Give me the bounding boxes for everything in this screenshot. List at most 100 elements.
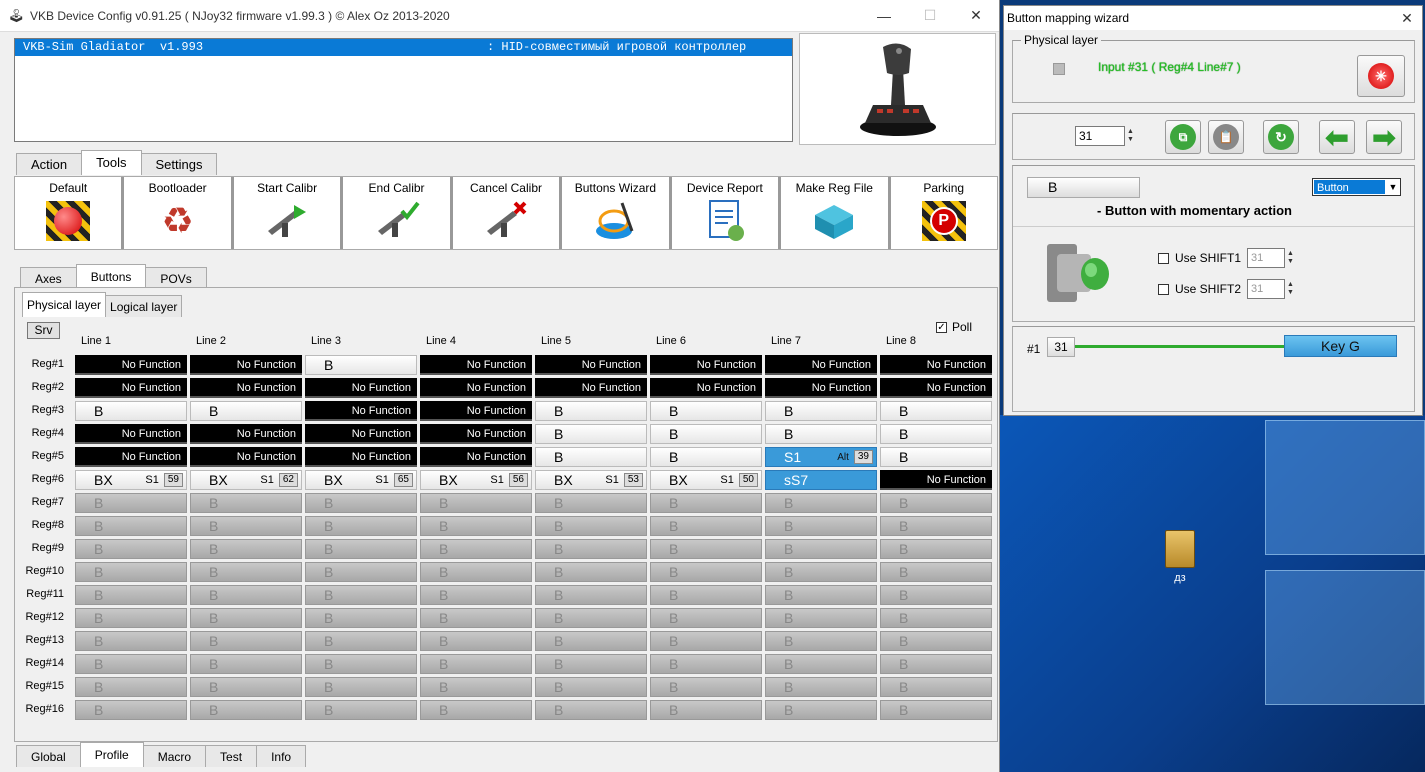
empty-button-cell[interactable]: B xyxy=(75,516,187,536)
empty-button-cell[interactable]: B xyxy=(305,654,417,674)
empty-button-cell[interactable]: B xyxy=(650,493,762,513)
empty-button-cell[interactable]: B xyxy=(420,516,532,536)
tab-buttons[interactable]: Buttons xyxy=(75,264,147,289)
make-reg-file-tool-button[interactable]: Make Reg File xyxy=(781,177,891,249)
empty-button-cell[interactable]: B xyxy=(650,700,762,720)
empty-button-cell[interactable]: B xyxy=(305,631,417,651)
no-function-cell[interactable]: No Function xyxy=(420,401,532,421)
empty-button-cell[interactable]: B xyxy=(305,516,417,536)
button-cell[interactable]: B xyxy=(190,401,302,421)
empty-button-cell[interactable]: B xyxy=(420,493,532,513)
empty-button-cell[interactable]: B xyxy=(420,585,532,605)
use-shift2-checkbox[interactable]: Use SHIFT2 xyxy=(1158,282,1241,296)
no-function-cell[interactable]: No Function xyxy=(880,470,992,490)
empty-button-cell[interactable]: B xyxy=(880,516,992,536)
tab-global[interactable]: Global xyxy=(16,745,81,767)
bootloader-tool-button[interactable]: Bootloader ♻ xyxy=(124,177,234,249)
no-function-cell[interactable]: No Function xyxy=(765,355,877,375)
wizard-close-button[interactable]: ✕ xyxy=(1392,10,1422,27)
type-select[interactable]: Button ▼ xyxy=(1312,178,1401,196)
no-function-cell[interactable]: No Function xyxy=(650,378,762,398)
empty-button-cell[interactable]: B xyxy=(650,608,762,628)
no-function-cell[interactable]: No Function xyxy=(535,355,647,375)
empty-button-cell[interactable]: B xyxy=(190,654,302,674)
mapping-number[interactable]: 31 xyxy=(1047,337,1075,357)
button-cell[interactable]: B xyxy=(305,355,417,375)
empty-button-cell[interactable]: B xyxy=(75,493,187,513)
empty-button-cell[interactable]: B xyxy=(765,700,877,720)
button-cell[interactable]: B xyxy=(650,424,762,444)
next-button[interactable]: ➡ xyxy=(1366,120,1402,154)
no-function-cell[interactable]: No Function xyxy=(880,378,992,398)
no-function-cell[interactable]: No Function xyxy=(880,355,992,375)
empty-button-cell[interactable]: B xyxy=(305,562,417,582)
device-report-tool-button[interactable]: Device Report xyxy=(672,177,782,249)
use-shift1-checkbox[interactable]: Use SHIFT1 xyxy=(1158,251,1241,265)
close-button[interactable]: ✕ xyxy=(953,0,999,32)
button-cell[interactable]: B xyxy=(650,401,762,421)
empty-button-cell[interactable]: B xyxy=(420,539,532,559)
empty-button-cell[interactable]: B xyxy=(650,585,762,605)
empty-button-cell[interactable]: B xyxy=(190,700,302,720)
empty-button-cell[interactable]: B xyxy=(880,539,992,559)
tab-profile[interactable]: Profile xyxy=(79,742,144,767)
empty-button-cell[interactable]: B xyxy=(535,700,647,720)
no-function-cell[interactable]: No Function xyxy=(305,424,417,444)
empty-button-cell[interactable]: B xyxy=(535,608,647,628)
empty-button-cell[interactable]: B xyxy=(765,539,877,559)
empty-button-cell[interactable]: B xyxy=(765,585,877,605)
button-cell[interactable]: B xyxy=(765,401,877,421)
empty-button-cell[interactable]: B xyxy=(765,677,877,697)
empty-button-cell[interactable]: B xyxy=(880,677,992,697)
empty-button-cell[interactable]: B xyxy=(420,677,532,697)
no-function-cell[interactable]: No Function xyxy=(75,378,187,398)
no-function-cell[interactable]: No Function xyxy=(75,355,187,375)
poll-checkbox[interactable]: ✓ Poll xyxy=(936,320,972,334)
no-function-cell[interactable]: No Function xyxy=(190,424,302,444)
button-cell[interactable]: B xyxy=(650,447,762,467)
empty-button-cell[interactable]: B xyxy=(75,700,187,720)
encoder-cell[interactable]: BX S1 56 xyxy=(420,470,532,490)
start-calibr-tool-button[interactable]: Start Calibr xyxy=(234,177,344,249)
key-assignment[interactable]: Key G xyxy=(1284,335,1397,357)
empty-button-cell[interactable]: B xyxy=(420,700,532,720)
device-row[interactable]: VKB-Sim Gladiator v1.993: HID-совместимы… xyxy=(15,39,792,56)
tab-logical-layer[interactable]: Logical layer xyxy=(105,295,183,317)
empty-button-cell[interactable]: B xyxy=(650,654,762,674)
tab-tools[interactable]: Tools xyxy=(81,150,142,175)
empty-button-cell[interactable]: B xyxy=(305,539,417,559)
no-function-cell[interactable]: No Function xyxy=(190,447,302,467)
empty-button-cell[interactable]: B xyxy=(765,493,877,513)
no-function-cell[interactable]: No Function xyxy=(650,355,762,375)
empty-button-cell[interactable]: B xyxy=(765,631,877,651)
empty-button-cell[interactable]: B xyxy=(880,585,992,605)
tab-action[interactable]: Action xyxy=(16,153,83,175)
refresh-button[interactable]: ↻ xyxy=(1263,120,1299,154)
no-function-cell[interactable]: No Function xyxy=(75,424,187,444)
empty-button-cell[interactable]: B xyxy=(305,677,417,697)
end-calibr-tool-button[interactable]: End Calibr xyxy=(343,177,453,249)
buttons-wizard-tool-button[interactable]: Buttons Wizard xyxy=(562,177,672,249)
tab-povs[interactable]: POVs xyxy=(145,267,207,289)
empty-button-cell[interactable]: B xyxy=(535,677,647,697)
empty-button-cell[interactable]: B xyxy=(305,493,417,513)
empty-button-cell[interactable]: B xyxy=(190,493,302,513)
tab-test[interactable]: Test xyxy=(205,745,258,767)
empty-button-cell[interactable]: B xyxy=(420,562,532,582)
empty-button-cell[interactable]: B xyxy=(75,677,187,697)
no-function-cell[interactable]: No Function xyxy=(305,447,417,467)
parking-tool-button[interactable]: Parking P xyxy=(891,177,997,249)
empty-button-cell[interactable]: B xyxy=(650,539,762,559)
empty-button-cell[interactable]: B xyxy=(880,562,992,582)
button-cell[interactable]: B xyxy=(535,447,647,467)
encoder-cell[interactable]: BX S1 59 xyxy=(75,470,187,490)
empty-button-cell[interactable]: B xyxy=(535,516,647,536)
button-cell[interactable]: B xyxy=(535,401,647,421)
minimize-button[interactable]: — xyxy=(861,0,907,32)
no-function-cell[interactable]: No Function xyxy=(75,447,187,467)
empty-button-cell[interactable]: B xyxy=(765,654,877,674)
shift2-spinner[interactable]: 31 ▲ ▼ xyxy=(1247,279,1294,299)
paste-button[interactable]: 📋 xyxy=(1208,120,1244,154)
empty-button-cell[interactable]: B xyxy=(75,608,187,628)
empty-button-cell[interactable]: B xyxy=(535,562,647,582)
